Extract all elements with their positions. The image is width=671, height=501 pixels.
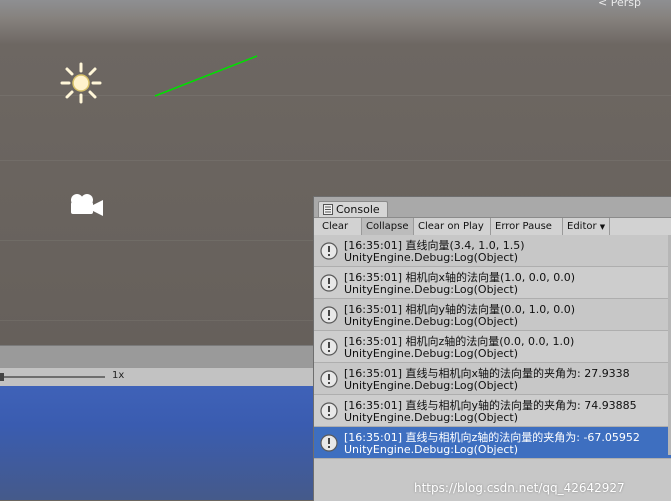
log-stacktrace: UnityEngine.Debug:Log(Object) <box>344 315 519 328</box>
console-toolbar: Clear Collapse Clear on Play Error Pause… <box>314 218 671 236</box>
gizmo-line <box>154 55 258 97</box>
info-icon <box>320 402 338 420</box>
log-entry[interactable]: [16:35:01] 相机向y轴的法向量(0.0, 1.0, 0.0) Unit… <box>314 299 671 331</box>
console-window: Console Clear Collapse Clear on Play Err… <box>313 196 671 501</box>
clear-on-play-toggle[interactable]: Clear on Play <box>414 218 491 235</box>
log-stacktrace: UnityEngine.Debug:Log(Object) <box>344 443 519 456</box>
log-stacktrace: UnityEngine.Debug:Log(Object) <box>344 347 519 360</box>
timescale-bar: 1x <box>0 367 314 387</box>
editor-dropdown[interactable]: Editor ▼ <box>563 218 610 235</box>
info-icon <box>320 242 338 260</box>
log-stacktrace: UnityEngine.Debug:Log(Object) <box>344 251 519 264</box>
log-stacktrace: UnityEngine.Debug:Log(Object) <box>344 411 519 424</box>
log-entry[interactable]: [16:35:01] 直线向量(3.4, 1.0, 1.5) UnityEngi… <box>314 235 671 267</box>
log-entry[interactable]: [16:35:01] 直线与相机向x轴的法向量的夹角为: 27.9338 Uni… <box>314 363 671 395</box>
tab-console[interactable]: Console <box>318 201 388 217</box>
perspective-label[interactable]: < Persp <box>598 0 641 9</box>
timescale-label: 1x <box>112 370 125 381</box>
log-entry[interactable]: [16:35:01] 直线与相机向y轴的法向量的夹角为: 74.93885 Un… <box>314 395 671 427</box>
editor-dropdown-label: Editor <box>567 221 597 232</box>
error-pause-toggle[interactable]: Error Pause <box>491 218 563 235</box>
camera-icon[interactable] <box>68 192 106 218</box>
timescale-slider-handle[interactable] <box>0 373 4 381</box>
clear-button[interactable]: Clear <box>318 218 362 235</box>
console-icon <box>323 204 333 215</box>
info-icon <box>320 306 338 324</box>
info-icon <box>320 274 338 292</box>
log-stacktrace: UnityEngine.Debug:Log(Object) <box>344 379 519 392</box>
game-view-background <box>0 386 314 500</box>
log-stacktrace: UnityEngine.Debug:Log(Object) <box>344 283 519 296</box>
chevron-down-icon: ▼ <box>599 223 606 231</box>
info-icon <box>320 434 338 452</box>
grid-line <box>0 160 671 161</box>
scene-bottom-bar <box>0 345 314 368</box>
info-icon <box>320 370 338 388</box>
log-entry[interactable]: [16:35:01] 相机向z轴的法向量(0.0, 0.0, 1.0) Unit… <box>314 331 671 363</box>
watermark: https://blog.csdn.net/qq_42642927 <box>414 481 625 495</box>
info-icon <box>320 338 338 356</box>
tab-console-label: Console <box>336 203 380 216</box>
log-entry[interactable]: [16:35:01] 相机向x轴的法向量(1.0, 0.0, 0.0) Unit… <box>314 267 671 299</box>
console-log-list[interactable]: [16:35:01] 直线向量(3.4, 1.0, 1.5) UnityEngi… <box>314 235 671 501</box>
sun-icon[interactable] <box>60 62 102 104</box>
collapse-toggle[interactable]: Collapse <box>362 218 414 235</box>
console-tab-strip: Console <box>314 197 671 218</box>
log-entry-selected[interactable]: [16:35:01] 直线与相机向z轴的法向量的夹角为: -67.05952 U… <box>314 427 671 459</box>
timescale-slider[interactable] <box>0 376 105 378</box>
